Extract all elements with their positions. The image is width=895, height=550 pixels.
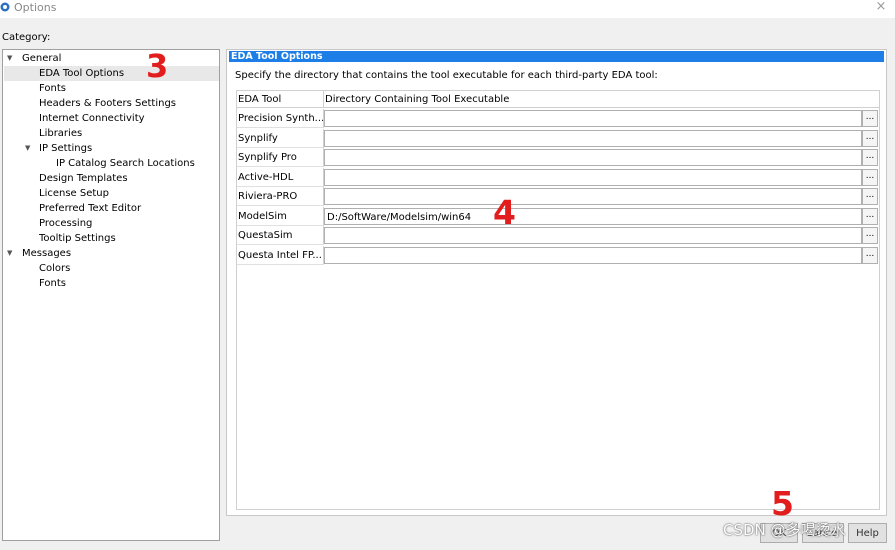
tree-item-label: IP Settings [39,143,93,154]
tool-name: Synplify Pro [237,148,324,167]
expand-arrow-icon[interactable]: ▼ [25,141,34,156]
eda-tool-options-panel: EDA Tool Options Specify the directory t… [226,49,887,516]
category-tree[interactable]: ▼ General EDA Tool Options Fonts Headers… [2,49,220,541]
tree-item-label: Libraries [39,128,83,139]
tree-item-label: Colors [39,263,71,274]
tree-item-colors[interactable]: Colors [39,261,70,276]
tree-item-label: General [22,53,62,64]
tree-item-eda-tool-options[interactable]: EDA Tool Options [4,66,219,81]
directory-field[interactable] [324,188,862,205]
panel-description: Specify the directory that contains the … [235,70,658,81]
browse-button[interactable]: ... [862,168,878,186]
annotation-3: 3 [146,47,169,85]
tree-item-label: License Setup [39,188,109,199]
tree-item-design-templates[interactable]: Design Templates [39,171,128,186]
browse-button[interactable]: ... [862,246,878,264]
tree-item-headers-footers[interactable]: Headers & Footers Settings [39,96,176,111]
directory-field[interactable] [324,149,862,166]
tree-item-label: Design Templates [39,173,128,184]
annotation-5: 5 [771,484,794,523]
help-button[interactable]: Help [848,523,887,543]
directory-field[interactable] [324,110,862,127]
expand-arrow-icon[interactable]: ▼ [7,51,16,66]
close-icon[interactable]: × [872,0,890,15]
table-row: Questa Intel FP... ... [237,245,879,265]
tree-item-license-setup[interactable]: License Setup [39,186,109,201]
tree-item-label: Tooltip Settings [39,233,116,244]
tree-item-label: Messages [22,248,72,259]
browse-button[interactable]: ... [862,149,878,166]
tree-item-label: IP Catalog Search Locations [56,158,195,169]
tree-item-label: Fonts [39,278,66,289]
tree-item-label: Fonts [39,83,66,94]
tree-item-label: Internet Connectivity [39,113,145,124]
panel-header: EDA Tool Options [229,51,884,62]
directory-field[interactable]: D:/SoftWare/Modelsim/win64 [324,207,862,225]
tree-item-processing[interactable]: Processing [39,216,92,231]
table-row: QuestaSim ... [237,226,879,245]
eda-tool-table: EDA Tool Directory Containing Tool Execu… [236,90,880,510]
table-row: Riviera-PRO ... [237,187,879,206]
tool-name: QuestaSim [237,226,324,245]
tree-item-label: Headers & Footers Settings [39,98,176,109]
browse-button[interactable]: ... [862,110,878,127]
column-header-eda-tool[interactable]: EDA Tool [237,91,324,108]
table-row: Active-HDL ... [237,167,879,187]
watermark: CSDN @多喝烫水 [723,521,846,539]
tool-name: Questa Intel FP... [237,245,324,265]
directory-field[interactable] [324,129,862,147]
browse-button[interactable]: ... [862,227,878,244]
title-bar: Options × [0,0,895,18]
tree-item-label: EDA Tool Options [39,68,125,79]
directory-field[interactable] [324,227,862,244]
tree-item-tooltip-settings[interactable]: Tooltip Settings [39,231,116,246]
tree-item-fonts[interactable]: Fonts [39,81,66,96]
annotation-4: 4 [493,193,516,232]
tool-name: Precision Synth... [237,109,324,128]
browse-button[interactable]: ... [862,188,878,205]
expand-arrow-icon[interactable]: ▼ [7,246,16,261]
tree-item-label: Preferred Text Editor [39,203,142,214]
browse-button[interactable]: ... [862,207,878,225]
category-label: Category: [2,32,51,43]
column-header-directory[interactable]: Directory Containing Tool Executable [324,91,879,108]
table-row: Precision Synth... ... [237,109,879,128]
tree-item-label: Processing [39,218,93,229]
tree-item-libraries[interactable]: Libraries [39,126,82,141]
table-row: ModelSim D:/SoftWare/Modelsim/win64 ... [237,206,879,226]
directory-field[interactable] [324,168,862,186]
app-icon [0,2,10,12]
tree-item-message-fonts[interactable]: Fonts [39,276,66,291]
tree-item-preferred-text-editor[interactable]: Preferred Text Editor [39,201,141,216]
table-row: Synplify ... [237,128,879,148]
tree-item-internet-connectivity[interactable]: Internet Connectivity [39,111,145,126]
browse-button[interactable]: ... [862,129,878,147]
tool-name: Riviera-PRO [237,187,324,206]
tool-name: ModelSim [237,206,324,226]
tool-name: Synplify [237,128,324,148]
window-title: Options [14,1,57,14]
directory-field[interactable] [324,246,862,264]
tool-name: Active-HDL [237,167,324,187]
table-row: Synplify Pro ... [237,148,879,167]
tree-item-ip-catalog-search[interactable]: IP Catalog Search Locations [56,156,195,171]
